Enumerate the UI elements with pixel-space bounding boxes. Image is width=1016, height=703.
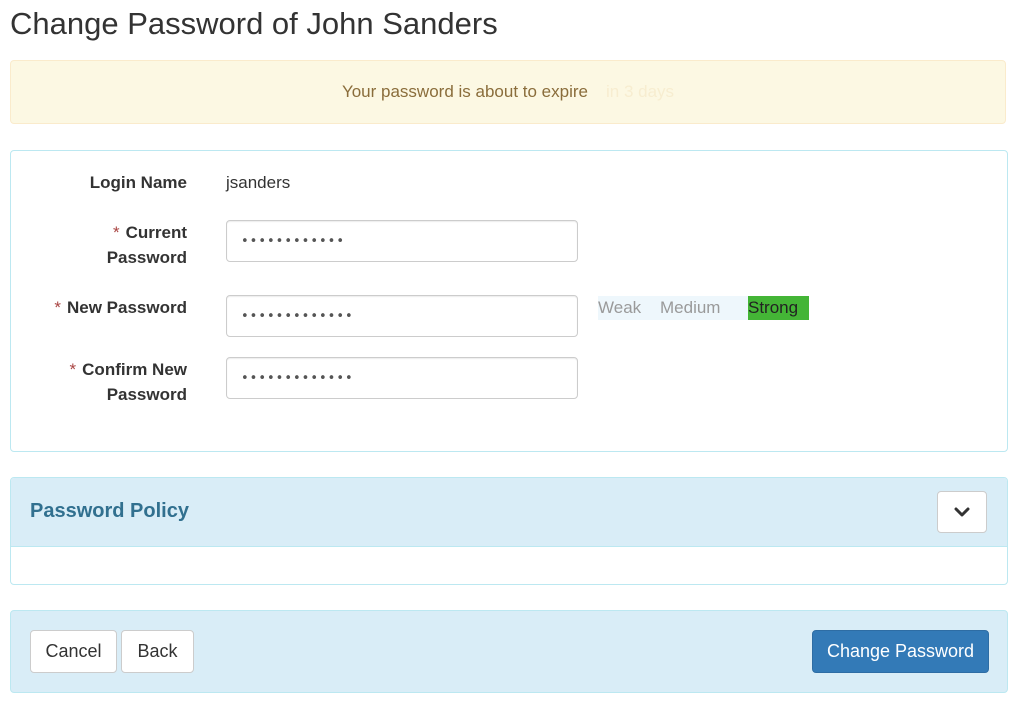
confirm-password-label: * Confirm New Password (70, 357, 187, 407)
cancel-button[interactable]: Cancel (30, 630, 117, 673)
new-password-label: * New Password (54, 295, 187, 320)
login-name-label: Login Name (90, 170, 187, 195)
password-expiry-alert: Your password is about to expire in 3 da… (10, 60, 1006, 124)
password-strength-meter: Weak Medium Strong (598, 296, 809, 320)
current-password-label-line2: Password (106, 248, 187, 267)
login-name-value: jsanders (226, 173, 291, 192)
required-marker: * (69, 360, 77, 379)
login-name-label-text: Login Name (89, 173, 187, 192)
strength-strong: Strong (748, 296, 809, 320)
password-policy-title: Password Policy (30, 500, 189, 522)
required-marker: * (112, 223, 120, 242)
strength-medium: Medium (660, 298, 721, 317)
required-marker: * (54, 298, 61, 317)
back-button[interactable]: Back (121, 630, 194, 673)
current-password-label: * Current Password (107, 220, 187, 270)
current-password-label-line1: Current (125, 223, 187, 242)
new-password-label-text: New Password (67, 298, 187, 317)
strength-weak: Weak (598, 298, 642, 317)
change-password-button[interactable]: Change Password (812, 630, 989, 673)
alert-faint-text: in 3 days (605, 82, 675, 101)
chevron-down-icon (954, 507, 970, 517)
confirm-password-input[interactable] (226, 357, 578, 399)
policy-toggle-button[interactable] (937, 491, 987, 533)
new-password-input[interactable] (226, 295, 578, 337)
current-password-input[interactable] (226, 220, 578, 262)
page-title: Change Password of John Sanders (10, 6, 498, 41)
form-actions: Cancel Back Change Password (10, 610, 1008, 693)
confirm-password-label-line2: Password (106, 385, 187, 404)
confirm-password-label-line1: Confirm New (82, 360, 187, 379)
password-policy-heading: Password Policy (11, 478, 1007, 547)
change-password-form: Login Name jsanders * Current Password * N… (10, 150, 1008, 452)
alert-message: Your password is about to expire (341, 82, 588, 101)
password-policy-panel: Password Policy (10, 477, 1008, 585)
